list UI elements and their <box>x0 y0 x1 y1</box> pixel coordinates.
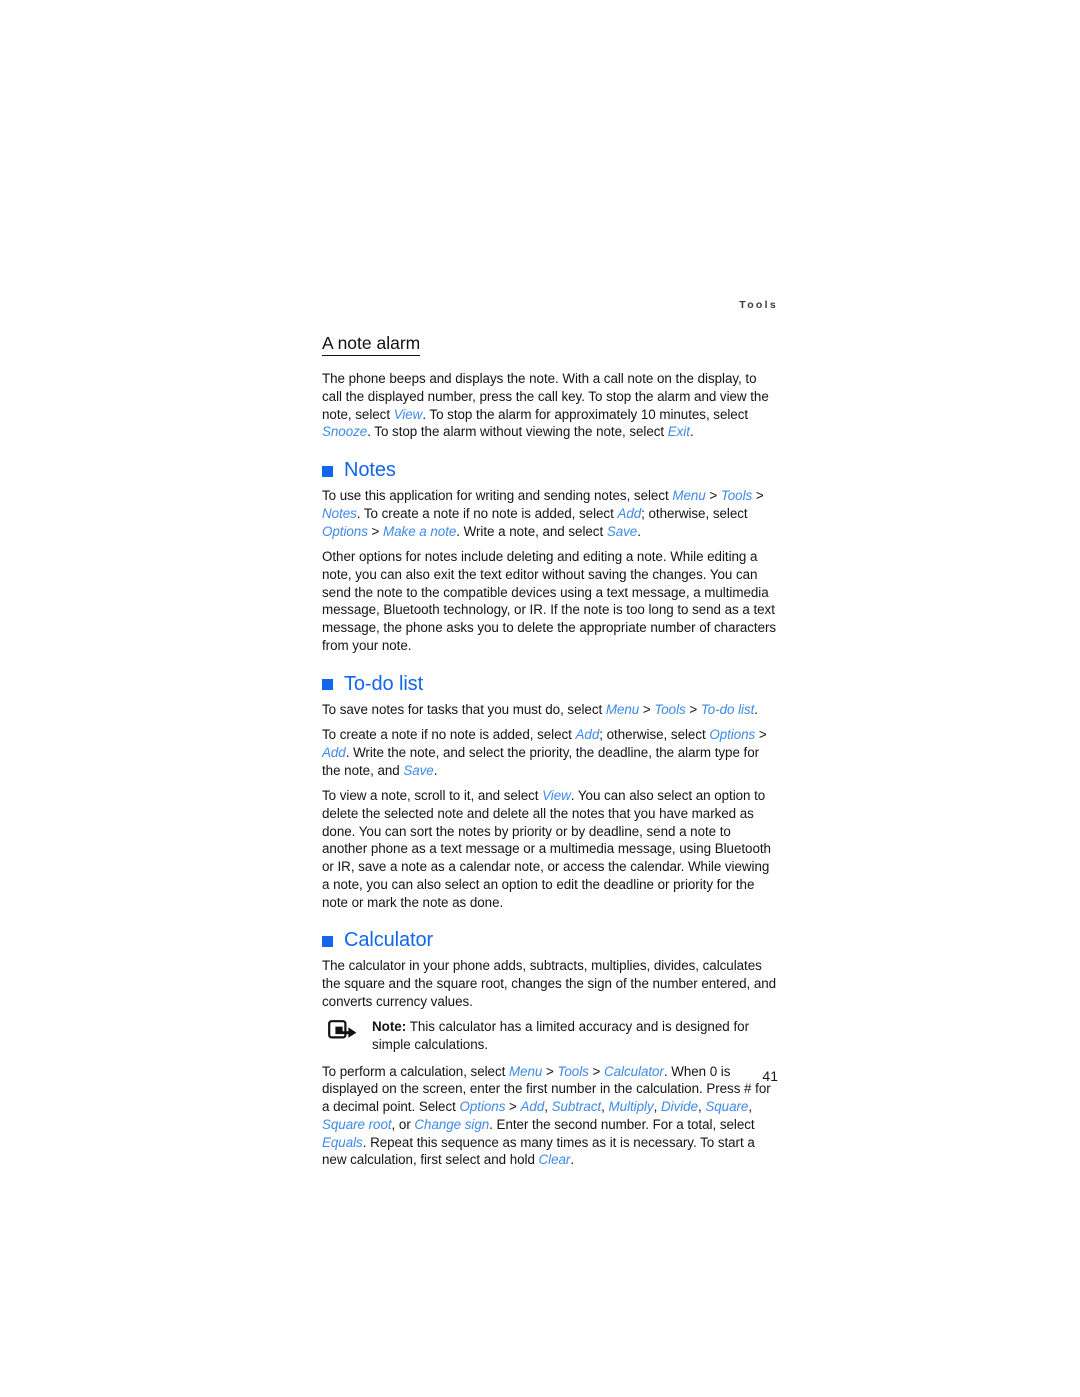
note-label: Note: <box>372 1019 407 1035</box>
ui-reference: Menu <box>605 701 640 717</box>
section-heading-notes: Notes <box>322 458 778 482</box>
ui-reference: Options <box>322 523 368 539</box>
note-callout-text: Note: This calculator has a limited accu… <box>372 1018 778 1053</box>
section-heading-label: To-do list <box>344 672 424 695</box>
ui-reference: Options <box>709 727 756 743</box>
ui-reference: Square <box>705 1099 749 1115</box>
running-head: Tools <box>739 299 778 311</box>
ui-reference: Subtract <box>551 1099 602 1115</box>
ui-reference: Options <box>459 1099 506 1115</box>
ui-reference: Add <box>617 505 642 521</box>
page-title: A note alarm <box>322 333 421 357</box>
section-heading-a-note-alarm: A note alarm <box>322 333 778 364</box>
ui-reference: Save <box>403 762 434 778</box>
square-bullet-icon <box>322 679 333 691</box>
section-heading-label: Calculator <box>344 929 434 952</box>
ui-reference: Equals <box>322 1134 363 1150</box>
document-page: Tools A note alarm The phone beeps and d… <box>322 300 778 1177</box>
paragraph: To create a note if no note is added, se… <box>322 727 767 778</box>
paragraph: The calculator in your phone adds, subtr… <box>322 958 777 1009</box>
ui-reference: Multiply <box>608 1099 654 1115</box>
ui-reference: View <box>542 788 571 804</box>
ui-reference: Change sign <box>414 1116 490 1132</box>
ui-reference: To-do list <box>700 701 755 717</box>
note-callout: Note: This calculator has a limited accu… <box>322 1018 778 1053</box>
paragraph: To save notes for tasks that you must do… <box>322 701 758 717</box>
section-heading-label: Notes <box>344 459 396 482</box>
ui-reference: Menu <box>672 488 706 504</box>
paragraph: Other options for notes include deleting… <box>322 549 777 653</box>
ui-reference: Tools <box>720 488 753 504</box>
note-pointer-icon <box>328 1020 358 1042</box>
ui-reference: Clear <box>538 1152 571 1168</box>
page-number: 41 <box>762 1068 778 1084</box>
ui-reference: Tools <box>654 701 686 717</box>
paragraph: To use this application for writing and … <box>322 488 764 539</box>
section-heading-to-do-list: To-do list <box>322 672 778 696</box>
paragraph: To view a note, scroll to it, and select… <box>322 788 771 910</box>
ui-reference: Add <box>520 1099 545 1115</box>
ui-reference: Square root <box>322 1116 392 1132</box>
note-body: This calculator has a limited accuracy a… <box>372 1019 750 1053</box>
square-bullet-icon <box>322 465 333 477</box>
ui-reference: Make a note <box>383 523 457 539</box>
ui-reference: Snooze <box>322 424 368 440</box>
section-heading-calculator: Calculator <box>322 928 778 952</box>
square-bullet-icon <box>322 935 333 947</box>
ui-reference: Divide <box>661 1099 698 1115</box>
ui-reference: Exit <box>667 424 690 440</box>
ui-reference: Add <box>575 727 600 743</box>
ui-reference: View <box>393 406 423 422</box>
ui-reference: Notes <box>322 505 357 521</box>
ui-reference: Save <box>606 523 638 539</box>
ui-reference: Add <box>322 744 346 760</box>
paragraph: The phone beeps and displays the note. W… <box>322 371 769 440</box>
